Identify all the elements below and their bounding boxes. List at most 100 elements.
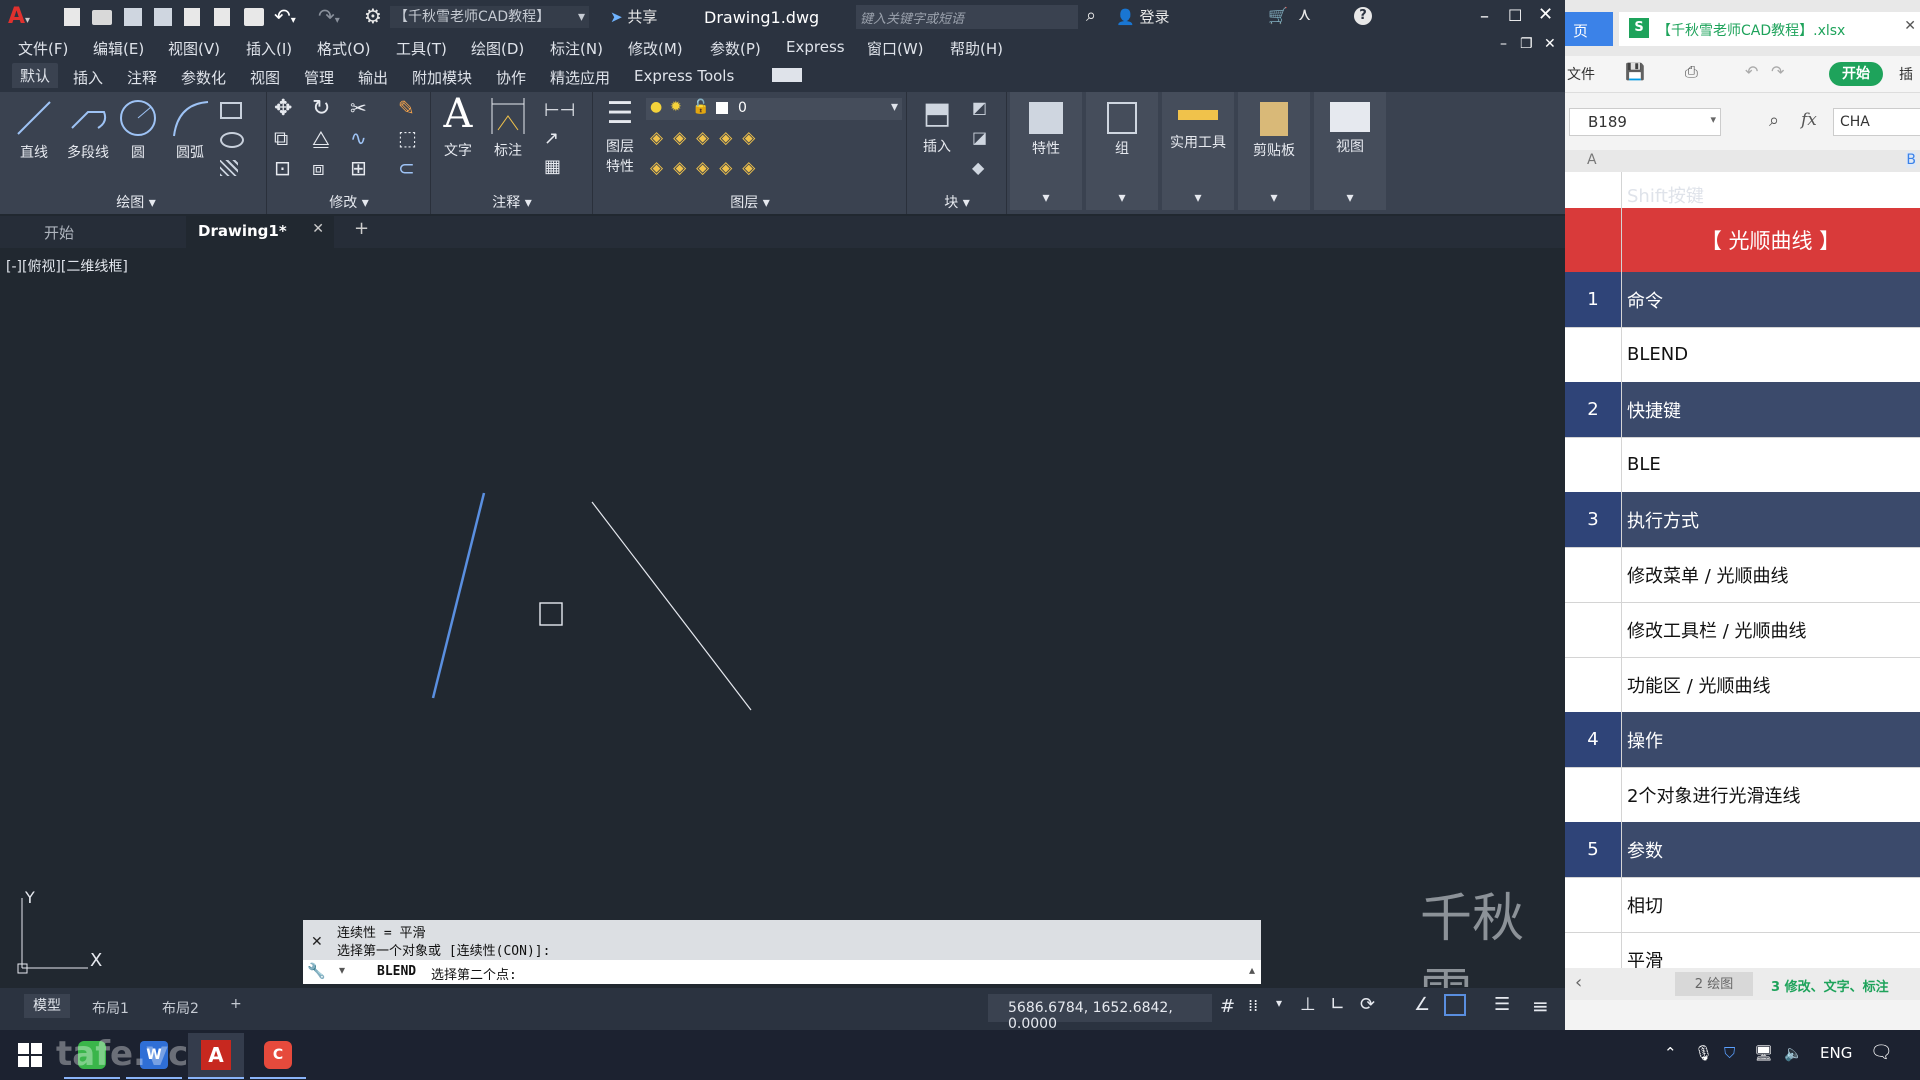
sheet-tab-modify[interactable]: 3 修改、文字、标注 (1771, 976, 1889, 995)
input-language[interactable]: ENG (1820, 1044, 1852, 1062)
array-icon[interactable]: ⊞ (350, 156, 367, 180)
section-row[interactable]: 5 参数 (1565, 822, 1920, 878)
minimize-icon[interactable]: – (1480, 6, 1489, 27)
lineweight-icon[interactable]: ☰ (1494, 994, 1510, 1015)
tab-parametric[interactable]: 参数化 (181, 67, 226, 88)
volume-icon[interactable]: 🔈 (1784, 1044, 1803, 1062)
tab-view[interactable]: 视图 (250, 67, 280, 88)
ribbon-toggle-icon[interactable] (772, 68, 802, 82)
workspace-dropdown[interactable]: 【千秋雪老师CAD教程】 ▾ (390, 6, 589, 28)
close-tab-icon[interactable]: ✕ (312, 221, 324, 237)
start-button[interactable] (2, 1033, 58, 1077)
tab-featured-apps[interactable]: 精选应用 (550, 67, 610, 88)
sheet-grid[interactable]: Shift按键 【 光顺曲线 】 1 命令 BLEND 2 快捷键 BLE 3 执行方式 修改菜… (1565, 172, 1920, 968)
publish-icon[interactable] (214, 8, 230, 26)
utilities-button[interactable]: 实用工具 ▾ (1162, 92, 1234, 210)
command-input[interactable]: 🔧 ▾ BLEND 选择第二个点: ▴ (303, 960, 1261, 984)
table-row[interactable]: 2个对象进行光滑连线 (1565, 767, 1920, 823)
tab-insert[interactable]: 插入 (73, 67, 103, 88)
offset-icon[interactable]: ⊂ (398, 156, 415, 180)
tab-output[interactable]: 输出 (358, 67, 388, 88)
edit-block-icon[interactable]: ◪ (972, 128, 987, 147)
line-tool[interactable]: 直线 (10, 98, 58, 162)
ellipse-icon[interactable] (220, 132, 244, 148)
export-icon[interactable] (184, 8, 200, 26)
snap-icon[interactable]: ⁞⁞ (1248, 996, 1258, 1015)
leader-icon[interactable]: ↗ (544, 128, 559, 149)
security-shield-icon[interactable]: ⛉ (1724, 1044, 1735, 1062)
table-row[interactable]: BLE (1565, 437, 1920, 493)
table-icon[interactable]: ▦ (544, 156, 561, 177)
new-file-icon[interactable] (64, 8, 80, 26)
scale-icon[interactable]: ⧈ (312, 156, 325, 180)
doc-restore-icon[interactable]: ❐ (1520, 36, 1533, 52)
maximize-icon[interactable]: ☐ (1508, 6, 1522, 25)
search-input[interactable]: 键入关键字或短语 (856, 5, 1078, 29)
clipboard-button[interactable]: 剪贴板 ▾ (1238, 92, 1310, 210)
linear-dim-icon[interactable]: ⊢⊣ (544, 100, 575, 121)
stretch-icon[interactable]: ⊡ (274, 156, 291, 180)
start-button[interactable]: 开始 (1829, 62, 1883, 86)
column-b-header[interactable]: B (1906, 152, 1916, 168)
table-row[interactable]: 平滑 (1565, 932, 1920, 969)
doc-minimize-icon[interactable]: – (1500, 36, 1507, 52)
save-icon[interactable]: 💾 (1625, 62, 1645, 81)
table-row[interactable]: BLEND (1565, 327, 1920, 383)
close-command-icon[interactable]: ✕ (311, 934, 323, 950)
undo-icon[interactable]: ↶ (1745, 62, 1758, 81)
circle-tool[interactable]: 圆 (114, 98, 162, 162)
gear-icon[interactable]: ⚙ (364, 4, 382, 28)
add-tab-button[interactable]: + (354, 218, 369, 239)
block-panel-title[interactable]: 块 ▾ (908, 192, 1006, 212)
menu-format[interactable]: 格式(O) (317, 38, 371, 59)
annotation-panel-title[interactable]: 注释 ▾ (432, 192, 592, 212)
fillet-icon[interactable]: ∿ (350, 126, 367, 150)
explode-icon[interactable]: ⬚ (398, 126, 417, 150)
section-row[interactable]: 2 快捷键 (1565, 382, 1920, 438)
menu-draw[interactable]: 绘图(D) (471, 38, 524, 59)
menu-edit[interactable]: 编辑(E) (93, 38, 144, 59)
layer-dropdown[interactable]: ● ✹ 🔓 0 ▾ (646, 98, 902, 120)
tab-collaborate[interactable]: 协作 (496, 67, 526, 88)
menu-window[interactable]: 窗口(W) (867, 38, 924, 59)
doc-close-icon[interactable]: ✕ (1544, 36, 1556, 52)
section-row[interactable]: 1 命令 (1565, 272, 1920, 328)
close-icon[interactable]: ✕ (1538, 4, 1553, 25)
dimension-tool[interactable]: 标注 (486, 96, 530, 160)
view-button[interactable]: 视图 ▾ (1314, 92, 1386, 210)
menu-dimension[interactable]: 标注(N) (550, 38, 603, 59)
print-icon[interactable] (244, 8, 264, 26)
tab-annotate[interactable]: 注释 (127, 67, 157, 88)
recent-commands-icon[interactable]: ▾ (339, 963, 345, 977)
layout2-tab[interactable]: 布局2 (162, 998, 199, 1018)
tray-expand-icon[interactable]: ⌃ (1664, 1044, 1677, 1062)
properties-button[interactable]: 特性 ▾ (1010, 92, 1082, 210)
close-icon[interactable]: ✕ (1904, 18, 1916, 34)
sheet-tab-draw[interactable]: 2 绘图 (1675, 972, 1753, 996)
taskbar-app-recorder[interactable]: C (250, 1033, 306, 1079)
menu-express[interactable]: Express (786, 38, 845, 56)
open-file-icon[interactable] (92, 10, 112, 25)
draw-panel-title[interactable]: 绘图 ▾ (6, 192, 266, 212)
menu-file[interactable]: 文件(F) (18, 38, 68, 59)
name-box[interactable]: B189 ▾ (1569, 108, 1721, 136)
ortho-icon[interactable]: ∟ (1330, 994, 1345, 1015)
copy-icon[interactable]: ⧉ (274, 126, 288, 150)
file-menu[interactable]: 文件 (1567, 64, 1595, 84)
autocad-logo-icon[interactable]: A▾ (8, 4, 30, 29)
login-button[interactable]: 👤 登录 (1116, 6, 1169, 27)
create-block-icon[interactable]: ◩ (972, 98, 987, 117)
customize-menu-icon[interactable]: ≡ (1532, 994, 1549, 1018)
block-attr-icon[interactable]: ◆ (972, 158, 984, 177)
layer-panel-title[interactable]: 图层 ▾ (594, 192, 906, 212)
modify-panel-title[interactable]: 修改 ▾ (268, 192, 430, 212)
menu-modify[interactable]: 修改(M) (628, 38, 683, 59)
header-row[interactable]: 【 光顺曲线 】 (1565, 208, 1920, 273)
osnap-icon[interactable] (1444, 994, 1466, 1016)
cart-icon[interactable]: 🛒 (1268, 6, 1288, 25)
redo-icon[interactable]: ↷▾ (318, 4, 340, 28)
search-icon[interactable]: ⌕ (1086, 5, 1096, 26)
menu-tools[interactable]: 工具(T) (396, 38, 447, 59)
trim-icon[interactable]: ✂ (350, 96, 367, 120)
insert-block-tool[interactable]: ⬒ 插入 (912, 96, 962, 156)
